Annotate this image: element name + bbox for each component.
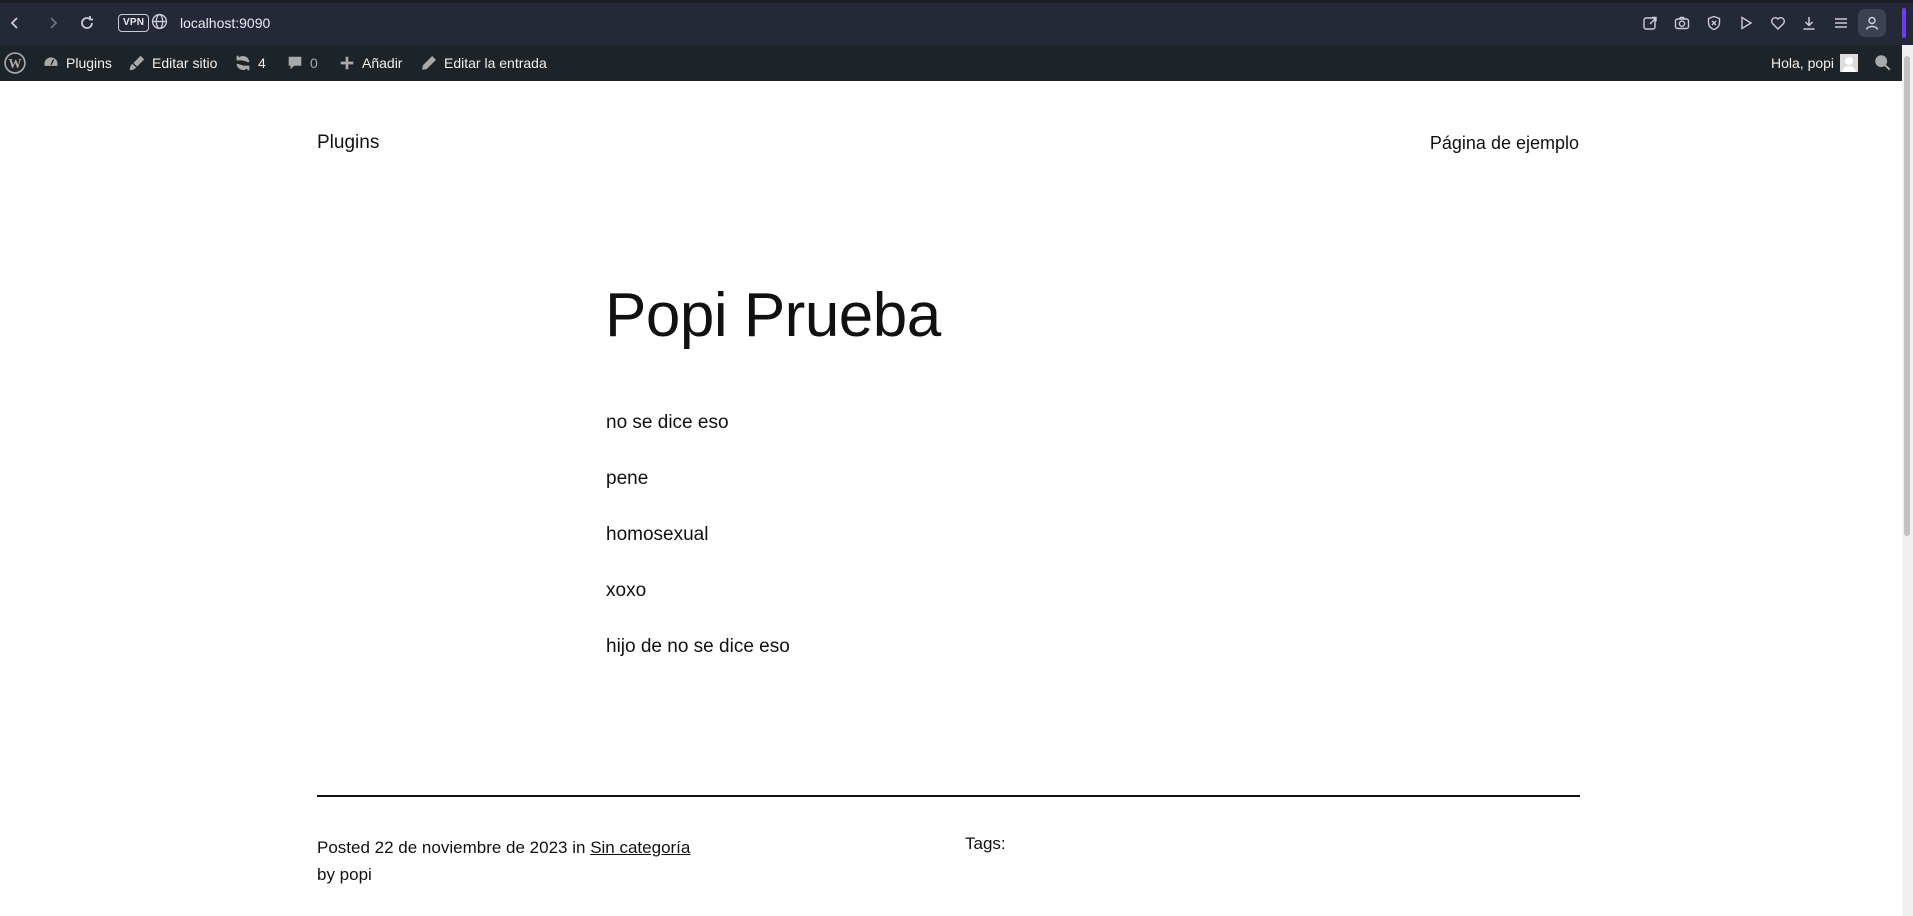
in-word: in [572, 838, 586, 857]
brush-icon [129, 55, 145, 71]
comment-icon [288, 56, 302, 70]
avatar [1840, 54, 1859, 72]
pencil-icon [422, 56, 436, 70]
heart-icon[interactable] [1767, 12, 1789, 34]
wordpress-logo-icon[interactable]: W [4, 45, 26, 81]
search-icon [1875, 55, 1891, 71]
category-link[interactable]: Sin categoría [590, 838, 690, 857]
post-date: 22 de noviembre de 2023 [374, 838, 568, 857]
post-author: by popi [317, 865, 372, 884]
post-paragraph: hijo de no se dice eso [606, 636, 790, 657]
post-paragraph: pene [606, 468, 649, 489]
adminbar-plugins[interactable]: Plugins [42, 45, 112, 81]
address-bar[interactable]: localhost:9090 [180, 13, 270, 33]
vpn-badge[interactable]: VPN [118, 14, 150, 32]
updates-icon [236, 55, 250, 71]
post-meta: Posted 22 de noviembre de 2023 in Sin ca… [317, 834, 690, 888]
plus-icon [340, 56, 354, 70]
post-divider [317, 795, 1580, 797]
wp-admin-bar: W Plugins Editar sitio 4 0 Añadir Editar… [0, 45, 1902, 81]
forward-icon[interactable] [42, 12, 64, 34]
download-icon[interactable] [1798, 12, 1820, 34]
back-icon[interactable] [4, 12, 26, 34]
profile-icon[interactable] [1858, 9, 1886, 37]
dashboard-icon [43, 56, 59, 68]
shield-icon[interactable] [1703, 12, 1725, 34]
scrollbar-thumb[interactable] [1904, 56, 1910, 536]
adminbar-edit-site-label: Editar sitio [152, 55, 218, 71]
svg-text:W: W [8, 56, 21, 71]
post-tags-label: Tags: [965, 834, 1006, 853]
adminbar-greeting: Hola, popi [1771, 55, 1835, 71]
nav-link-sample-page[interactable]: Página de ejemplo [1430, 133, 1579, 154]
menu-icon[interactable] [1830, 12, 1852, 34]
sidebar-accent [1902, 8, 1906, 38]
adminbar-search[interactable] [1874, 45, 1892, 81]
posted-prefix: Posted [317, 838, 370, 857]
tab-strip [0, 0, 1913, 3]
post-title: Popi Prueba [605, 281, 941, 350]
adminbar-edit-site[interactable]: Editar sitio [128, 45, 217, 81]
adminbar-add-new[interactable]: Añadir [338, 45, 402, 81]
share-icon[interactable] [1639, 12, 1661, 34]
adminbar-comments-count: 0 [310, 55, 318, 71]
adminbar-edit-post[interactable]: Editar la entrada [420, 45, 547, 81]
adminbar-updates-count: 4 [258, 55, 266, 71]
browser-toolbar: VPN localhost:9090 [0, 0, 1913, 45]
adminbar-comments[interactable]: 0 [286, 45, 318, 81]
adminbar-add-new-label: Añadir [362, 55, 403, 71]
adminbar-edit-post-label: Editar la entrada [444, 55, 547, 71]
post-paragraph: xoxo [606, 580, 647, 601]
adminbar-my-account[interactable]: Hola, popi [1771, 45, 1859, 81]
post-paragraph: no se dice eso [606, 412, 729, 433]
adminbar-plugins-label: Plugins [66, 55, 112, 71]
reload-icon[interactable] [76, 12, 98, 34]
adminbar-updates[interactable]: 4 [234, 45, 266, 81]
post-paragraph: homosexual [606, 524, 709, 545]
camera-icon[interactable] [1671, 12, 1693, 34]
play-icon[interactable] [1735, 12, 1757, 34]
site-title[interactable]: Plugins [317, 132, 379, 154]
globe-icon[interactable] [151, 13, 168, 35]
post-content: no se dice eso pene homosexual xoxo hijo… [606, 412, 1406, 692]
